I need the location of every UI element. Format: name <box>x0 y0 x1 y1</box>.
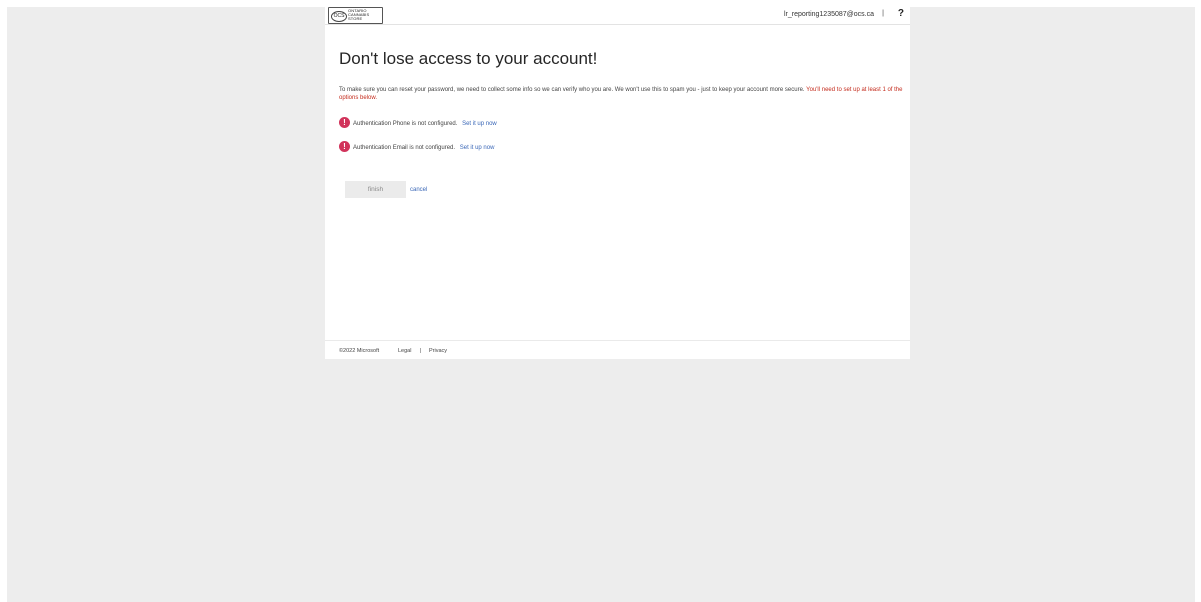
alert-icon: ! <box>339 117 350 128</box>
auth-email-row: ! Authentication Email is not configured… <box>339 141 639 153</box>
setup-email-link[interactable]: Set it up now <box>460 145 495 151</box>
footer-separator: | <box>420 348 422 354</box>
footer: ©2022 Microsoft Legal | Privacy <box>325 340 910 359</box>
auth-phone-row: ! Authentication Phone is not configured… <box>339 117 639 129</box>
help-icon[interactable]: ? <box>898 8 904 19</box>
logo-mark: OCS <box>331 11 347 22</box>
logo-wordmark: ONTARIO CANNABIS STORE <box>348 8 370 22</box>
header-separator: | <box>882 10 884 17</box>
alert-icon: ! <box>339 141 350 152</box>
privacy-link[interactable]: Privacy <box>429 348 447 354</box>
intro-body: To make sure you can reset your password… <box>339 87 805 93</box>
auth-phone-status: Authentication Phone is not configured. <box>353 121 458 127</box>
finish-button[interactable]: finish <box>345 181 406 198</box>
content-card: OCS ONTARIO CANNABIS STORE lr_reporting1… <box>325 7 910 359</box>
auth-email-status: Authentication Email is not configured. <box>353 145 456 151</box>
page-title: Don't lose access to your account! <box>339 49 598 68</box>
top-bar: OCS ONTARIO CANNABIS STORE lr_reporting1… <box>325 7 910 25</box>
legal-link[interactable]: Legal <box>398 348 411 354</box>
copyright: ©2022 Microsoft <box>339 348 380 354</box>
intro-text: To make sure you can reset your password… <box>339 87 907 102</box>
setup-phone-link[interactable]: Set it up now <box>462 121 497 127</box>
cancel-link[interactable]: cancel <box>410 187 427 193</box>
user-email[interactable]: lr_reporting1235087@ocs.ca <box>784 11 874 18</box>
ocs-logo: OCS ONTARIO CANNABIS STORE <box>328 7 383 24</box>
